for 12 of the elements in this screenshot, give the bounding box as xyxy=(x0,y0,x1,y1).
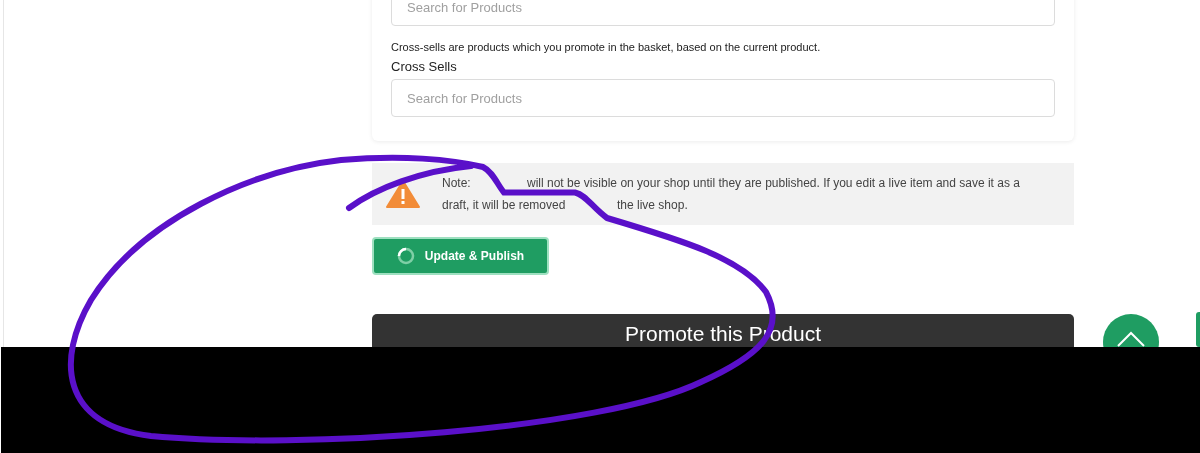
warning-icon xyxy=(386,180,420,208)
notice-text: Note: xyxy=(442,175,471,192)
scroll-top-button[interactable] xyxy=(1101,312,1161,347)
publish-button[interactable]: Update & Publish xyxy=(372,237,549,275)
help-text: Cross-sells are products which you promote in the basket, based on the current product. xyxy=(391,41,822,53)
search-field[interactable]: Search for Products xyxy=(391,79,1055,117)
notice-text: the live shop. xyxy=(617,197,688,214)
search-field[interactable]: Search for Products xyxy=(391,0,1055,26)
spinner-icon xyxy=(396,247,415,265)
field-label: Cross Sells xyxy=(391,59,458,74)
notice-text: draft, it will be removed xyxy=(442,197,566,214)
notice-text: will not be visible on your shop until they are published. If you edit a live item and save it as a xyxy=(527,175,1020,192)
